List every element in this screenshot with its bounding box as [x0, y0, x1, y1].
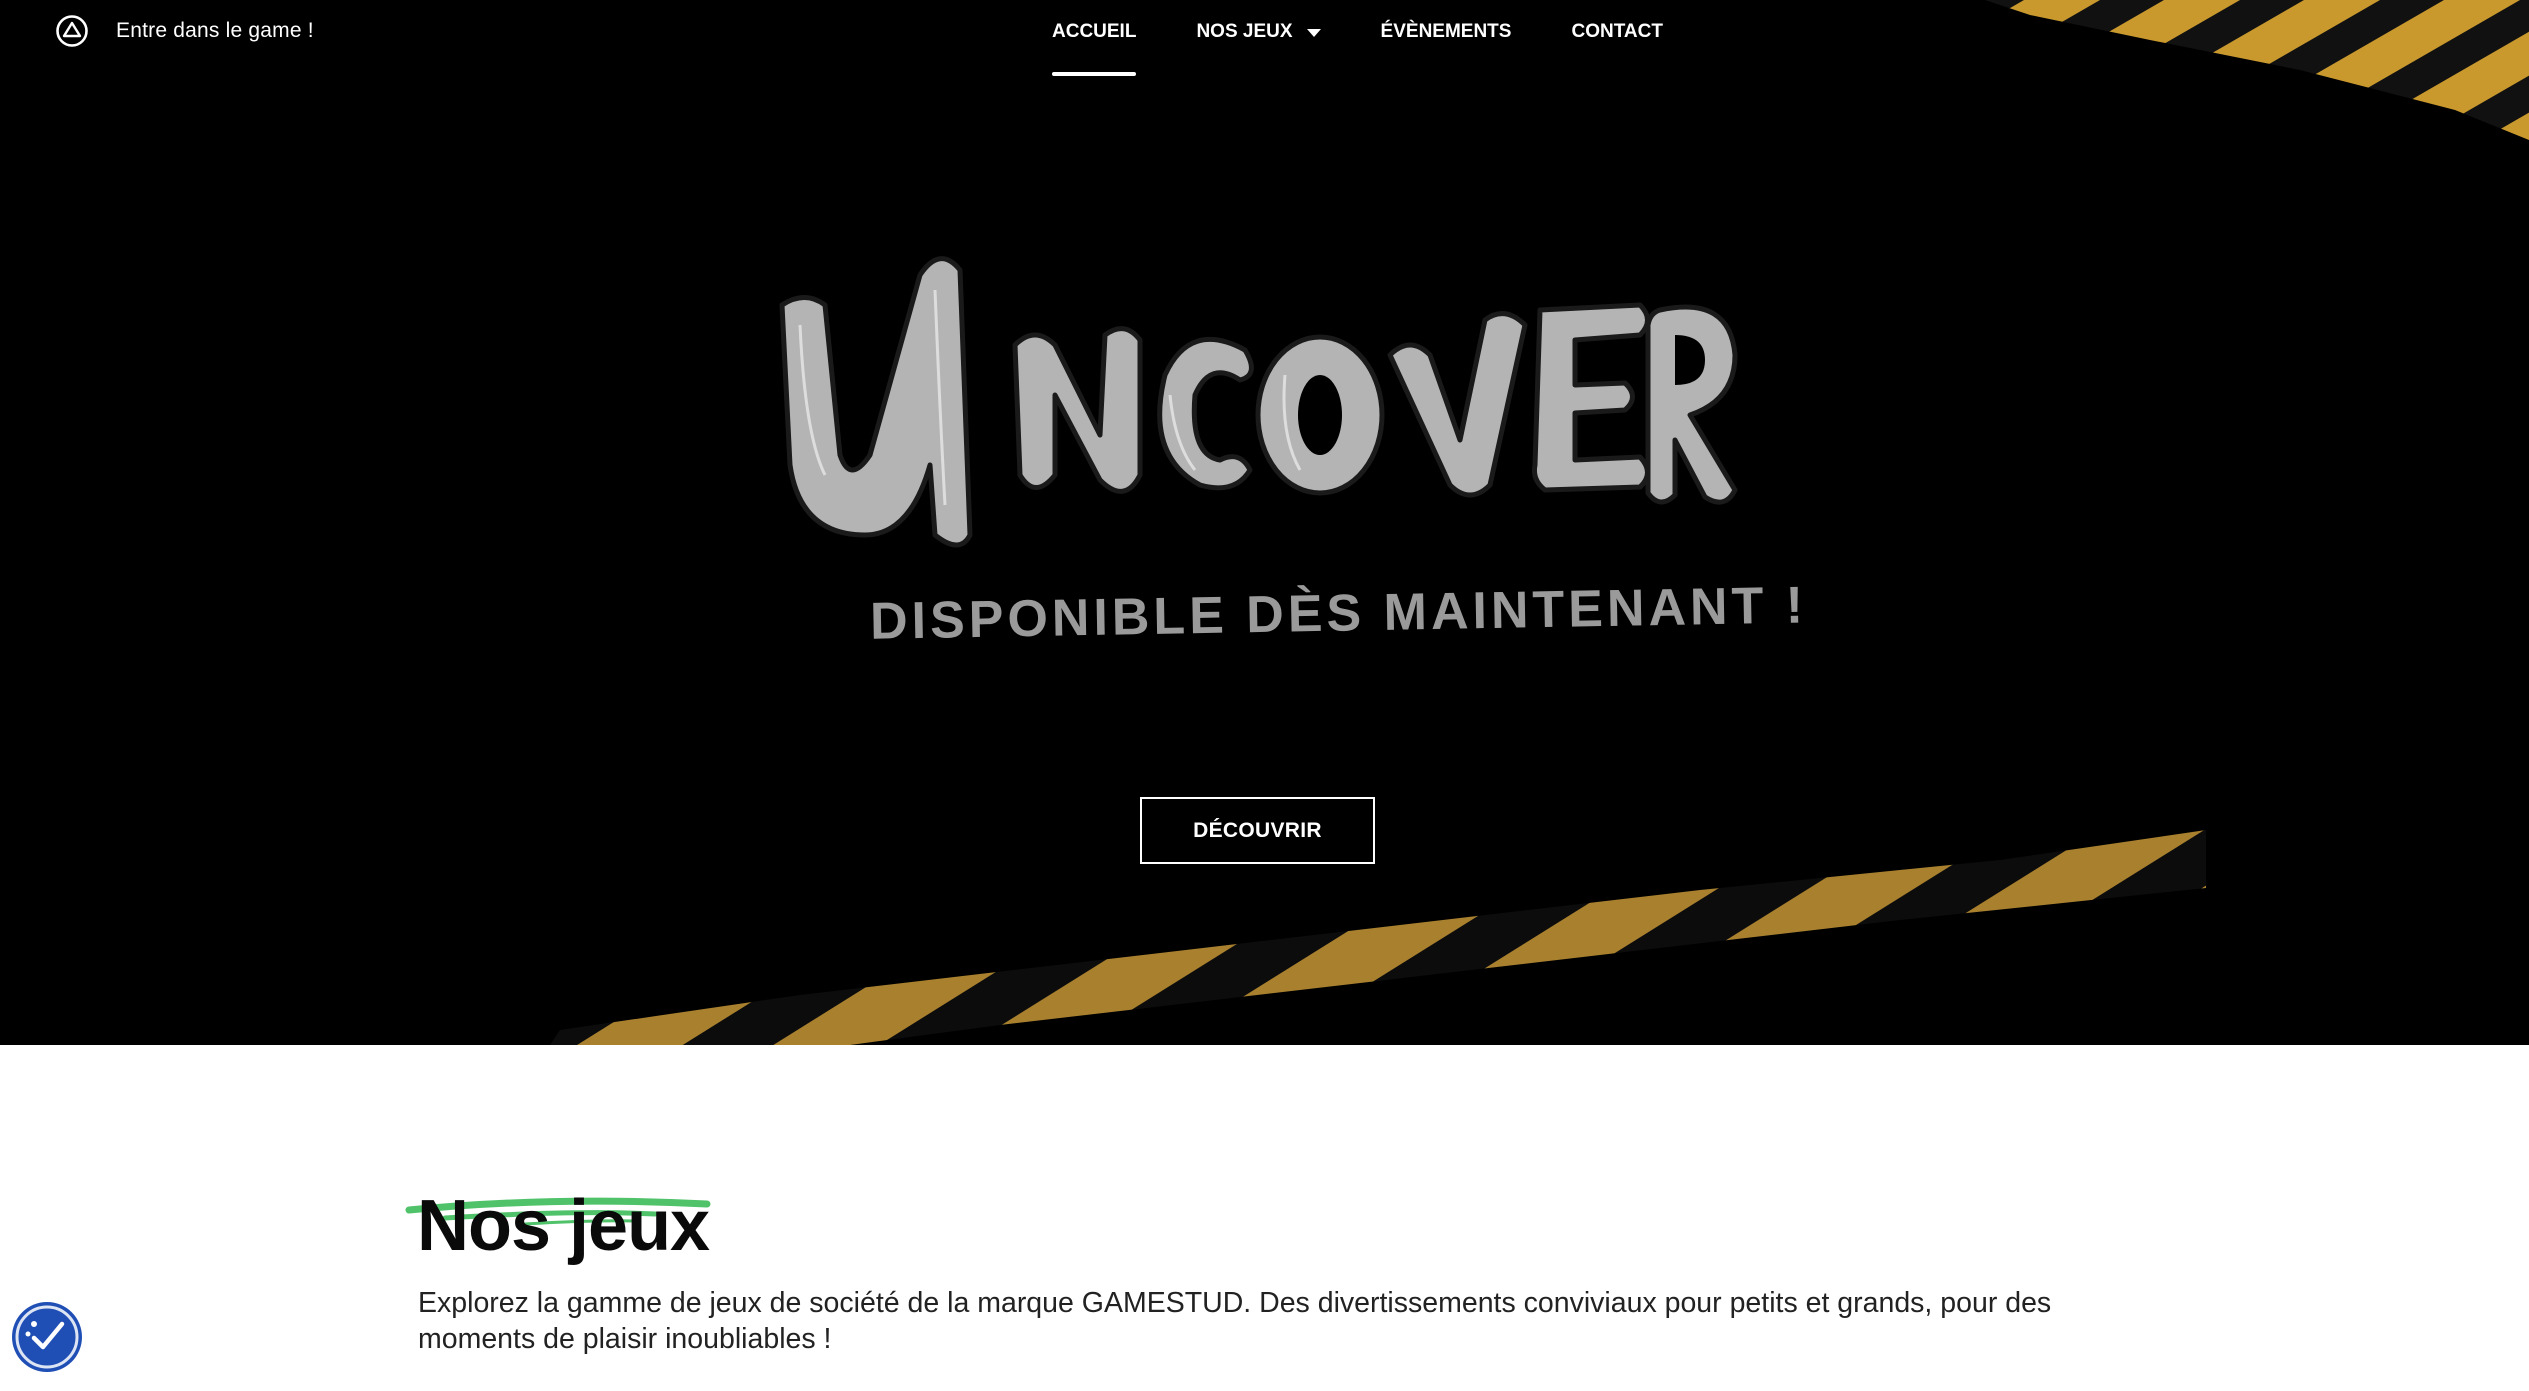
nav-item-contact[interactable]: CONTACT — [1571, 0, 1662, 57]
chevron-down-icon — [1306, 29, 1321, 37]
nav-item-label: ACCUEIL — [1052, 21, 1137, 42]
nav-item-accueil[interactable]: ACCUEIL — [1052, 0, 1137, 76]
nav-item-label: NOS JEUX — [1196, 21, 1293, 42]
hero-banner: Entre dans le game ! ACCUEIL NOS JEUX ÉV… — [0, 0, 2529, 1045]
top-navigation-bar: Entre dans le game ! ACCUEIL NOS JEUX ÉV… — [0, 0, 2529, 76]
accessibility-icon — [15, 1305, 79, 1369]
nav-item-label: ÉVÈNEMENTS — [1380, 21, 1512, 42]
triangle-circle-icon[interactable] — [55, 14, 89, 48]
nav-item-nos-jeux[interactable]: NOS JEUX — [1196, 0, 1321, 57]
nav-item-evenements[interactable]: ÉVÈNEMENTS — [1381, 0, 1512, 57]
section-description: Explorez la gamme de jeux de société de … — [418, 1287, 2052, 1355]
page: Entre dans le game ! ACCUEIL NOS JEUX ÉV… — [0, 0, 2529, 1391]
brand-tagline[interactable]: Entre dans le game ! — [116, 19, 314, 43]
accessibility-button[interactable] — [12, 1302, 82, 1372]
decouvrir-button[interactable]: DÉCOUVRIR — [1140, 797, 1375, 864]
section-title: Nos jeux — [417, 1185, 710, 1266]
main-nav: ACCUEIL NOS JEUX ÉVÈNEMENTS CONTACT — [1052, 0, 1723, 78]
nav-item-label: CONTACT — [1571, 21, 1663, 42]
uncover-logo — [779, 256, 1738, 548]
